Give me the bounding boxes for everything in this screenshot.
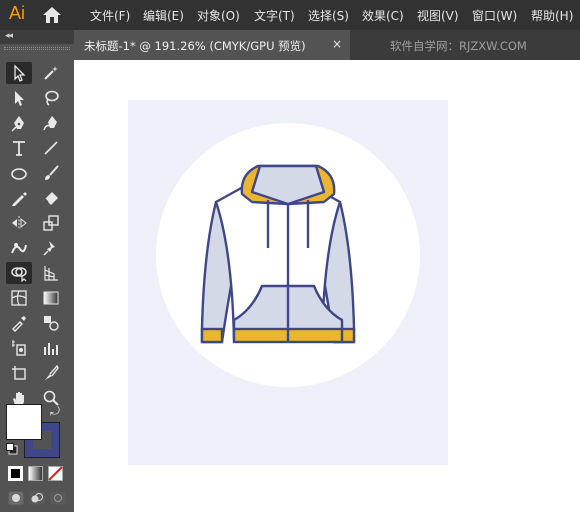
curvature-tool[interactable]: [38, 112, 64, 134]
eyedropper-tool[interactable]: [6, 312, 32, 334]
hoodie-illustration[interactable]: [128, 100, 448, 465]
watermark-text: 软件自学网：RJZXW.COM: [390, 39, 527, 53]
symbol-sprayer-tool[interactable]: [6, 337, 32, 359]
blend-icon: [44, 316, 59, 331]
curvature-pen-icon: [43, 116, 57, 131]
artboard-icon: [12, 366, 26, 380]
collapse-panel-icon[interactable]: ◂◂: [5, 31, 13, 41]
line-icon: [44, 141, 58, 155]
app-logo: Ai: [9, 3, 26, 23]
menu-object[interactable]: 对象(O): [197, 7, 240, 24]
selection-arrow-icon: [14, 64, 26, 82]
document-tab-bar: 未标题-1* @ 191.26% (CMYK/GPU 预览) × 软件自学网：R…: [74, 30, 580, 60]
type-tool[interactable]: [6, 137, 32, 159]
fill-swatch[interactable]: [6, 404, 42, 440]
none-mode-button[interactable]: [48, 466, 63, 481]
menu-view[interactable]: 视图(V): [417, 7, 459, 24]
menu-help[interactable]: 帮助(H): [531, 7, 573, 24]
paintbrush-tool[interactable]: [38, 162, 64, 184]
column-graph-tool[interactable]: [38, 337, 64, 359]
perspective-grid-tool[interactable]: [38, 262, 64, 284]
toolbox-header: ◂◂: [0, 30, 74, 44]
artboard-tool[interactable]: [6, 362, 32, 384]
scale-tool[interactable]: [38, 212, 64, 234]
direct-selection-tool[interactable]: [6, 87, 32, 109]
magic-wand-tool[interactable]: [38, 62, 64, 84]
default-fill-stroke-icon[interactable]: [6, 443, 18, 455]
selection-tool[interactable]: [6, 62, 32, 84]
column-graph-icon: [44, 343, 58, 355]
reflect-tool[interactable]: [6, 212, 32, 234]
menu-type[interactable]: 文字(T): [254, 7, 295, 24]
close-icon[interactable]: ×: [332, 37, 342, 51]
pencil-icon: [12, 192, 27, 206]
menu-file[interactable]: 文件(F): [90, 7, 130, 24]
perspective-grid-icon: [44, 266, 58, 281]
line-segment-tool[interactable]: [38, 137, 64, 159]
shape-builder-icon: [11, 267, 27, 282]
direct-selection-icon: [15, 91, 24, 106]
gradient-mode-button[interactable]: [28, 466, 43, 481]
eraser-tool[interactable]: [38, 187, 64, 209]
eyedropper-icon: [12, 316, 26, 332]
swap-fill-stroke-icon[interactable]: ⤾: [50, 404, 60, 419]
lasso-icon: [45, 90, 59, 106]
pen-icon: [11, 116, 24, 132]
pin-icon: [43, 241, 55, 256]
draw-inside-icon[interactable]: [50, 491, 66, 505]
draw-behind-icon[interactable]: [29, 491, 45, 505]
gradient-icon: [43, 291, 59, 305]
pen-tool[interactable]: [6, 112, 32, 134]
mesh-icon: [11, 290, 27, 306]
draw-normal-icon[interactable]: [8, 491, 24, 505]
menu-bar: Ai 文件(F) 编辑(E) 对象(O) 文字(T) 选择(S) 效果(C) 视…: [0, 0, 580, 30]
toolbox-panel: ◂◂ ⤾: [0, 30, 74, 512]
home-icon[interactable]: [42, 6, 62, 24]
puppet-warp-tool[interactable]: [6, 237, 32, 259]
lasso-tool[interactable]: [38, 87, 64, 109]
gradient-tool[interactable]: [38, 287, 64, 309]
shaper-tool[interactable]: [6, 187, 32, 209]
symbol-sprayer-icon: [12, 340, 26, 356]
shape-builder-tool[interactable]: [6, 262, 32, 284]
document-tab-title: 未标题-1* @ 191.26% (CMYK/GPU 预览): [84, 39, 306, 53]
slice-tool[interactable]: [38, 362, 64, 384]
canvas-area[interactable]: [74, 60, 580, 512]
slice-icon: [45, 364, 59, 380]
menu-effect[interactable]: 效果(C): [362, 7, 404, 24]
brush-icon: [45, 165, 59, 180]
puppet-warp-icon: [11, 243, 27, 254]
ellipse-icon: [11, 168, 27, 180]
menu-edit[interactable]: 编辑(E): [143, 7, 184, 24]
document-tab[interactable]: 未标题-1* @ 191.26% (CMYK/GPU 预览) ×: [74, 30, 350, 60]
ellipse-tool[interactable]: [6, 162, 32, 184]
artboard[interactable]: [128, 100, 448, 465]
eraser-icon: [44, 192, 58, 205]
reflect-icon: [12, 216, 27, 230]
left-cuff: [200, 327, 224, 344]
toolbox-grip[interactable]: [4, 47, 70, 50]
menu-select[interactable]: 选择(S): [308, 7, 349, 24]
scale-icon: [43, 215, 59, 231]
color-mode-button[interactable]: [8, 466, 23, 481]
pin-tool[interactable]: [38, 237, 64, 259]
mesh-tool[interactable]: [6, 287, 32, 309]
magic-wand-icon: [44, 66, 58, 80]
menu-window[interactable]: 窗口(W): [472, 7, 517, 24]
blend-tool[interactable]: [38, 312, 64, 334]
type-icon: [13, 141, 25, 156]
